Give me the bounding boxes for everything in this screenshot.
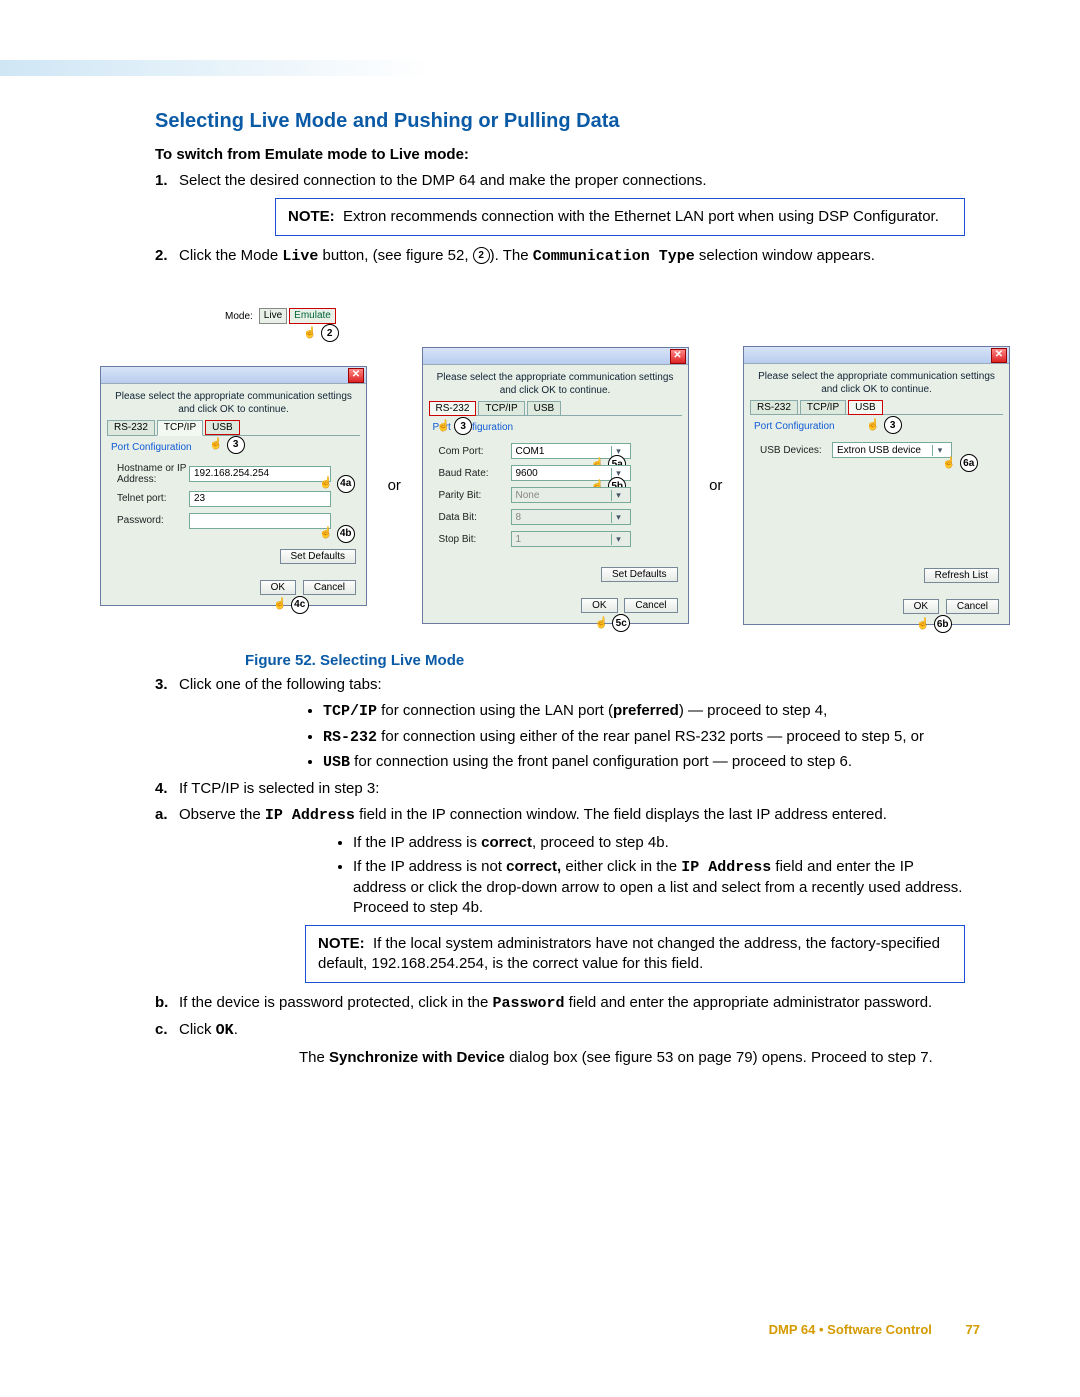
pointer-icon: ☝ [942,456,956,469]
step-1-text: Select the desired connection to the DMP… [179,172,707,189]
chevron-down-icon: ▾ [611,490,626,501]
stopbit-label: Stop Bit: [439,534,511,545]
callout-4b: 4b [337,525,355,543]
step-2: 2.Click the Mode Live button, (see figur… [155,246,965,267]
stopbit-select: 1▾ [511,531,631,547]
set-defaults-button[interactable]: Set Defaults [601,567,677,582]
callout-4c: 4c [291,596,309,614]
page-number: 77 [966,1322,980,1337]
callout-6b: 6b [934,615,952,633]
dialog-message: Please select the appropriate communicat… [744,364,1009,400]
tab-rs232[interactable]: RS-232 [429,401,477,416]
ok-button[interactable]: OK [903,599,939,614]
mode-label: Mode: [225,311,253,322]
pointer-icon: ☝ [319,476,333,489]
password-label: Password: [117,515,189,526]
step-4c: c.Click OK. [155,1020,965,1041]
mode-live-button[interactable]: Live [259,308,287,324]
pointer-icon: ☝ [209,437,223,450]
comport-label: Com Port: [439,446,511,457]
step-4a-bullets: If the IP address is correct, proceed to… [335,833,965,919]
tabs-row: RS-232 TCP/IP USB ☝ 3 [107,420,360,436]
tab-usb[interactable]: USB [527,401,562,415]
telnet-input[interactable] [189,491,331,507]
pointer-icon: ☝ [866,418,880,431]
tab-usb[interactable]: USB [205,420,240,435]
step-4-sync: The Synchronize with Device dialog box (… [299,1048,965,1068]
databit-select: 8▾ [511,509,631,525]
figure-caption: Figure 52. Selecting Live Mode [245,652,965,669]
step-3-bullets: TCP/IP for connection using the LAN port… [305,701,965,773]
callout-3: 3 [454,417,472,435]
cancel-button[interactable]: Cancel [946,599,999,614]
databit-label: Data Bit: [439,512,511,523]
step-1: 1.Select the desired connection to the D… [155,171,965,191]
page-header-gradient [0,60,1080,76]
pointer-icon: ☝ [595,616,609,629]
chevron-down-icon: ▾ [611,512,626,523]
dialog-message: Please select the appropriate communicat… [423,365,688,401]
ok-button[interactable]: OK [260,580,296,595]
callout-5c: 5c [612,614,630,632]
tab-tcpip[interactable]: TCP/IP [478,401,524,415]
dialog-message: Please select the appropriate communicat… [101,384,366,420]
cancel-button[interactable]: Cancel [624,598,677,613]
close-icon[interactable]: ✕ [670,349,686,364]
callout-6a: 6a [960,454,978,472]
close-icon[interactable]: ✕ [991,348,1007,363]
callout-3: 3 [227,436,245,454]
step-4a: a.Observe the IP Address field in the IP… [155,805,965,826]
usb-devices-select[interactable]: Extron USB device▾ [832,442,952,458]
dialog-rs232: ✕ Please select the appropriate communic… [422,347,689,624]
page-footer: DMP 64 • Software Control 77 [769,1322,980,1337]
pointer-icon: ☝ [273,597,287,610]
or-separator: or [703,477,728,494]
step-4b: b.If the device is password protected, c… [155,993,965,1014]
set-defaults-button[interactable]: Set Defaults [280,549,356,564]
chevron-down-icon: ▾ [611,534,626,545]
step-4: 4.If TCP/IP is selected in step 3: [155,779,965,799]
parity-label: Parity Bit: [439,490,511,501]
note-box-1: NOTE: Extron recommends connection with … [275,198,965,236]
pointer-icon: ☝ [916,617,930,630]
ok-button[interactable]: OK [581,598,617,613]
dialog-usb: ✕ Please select the appropriate communic… [743,346,1010,625]
dialog-tcpip: ✕ Please select the appropriate communic… [100,366,367,606]
note-1-text: Extron recommends connection with the Et… [343,208,939,225]
callout-3: 3 [884,416,902,434]
or-separator: or [382,477,407,494]
tab-usb[interactable]: USB [848,400,883,415]
cancel-button[interactable]: Cancel [303,580,356,595]
refresh-list-button[interactable]: Refresh List [924,568,999,583]
callout-2-inline: 2 [473,247,490,264]
note-2-text: If the local system administrators have … [318,935,940,972]
password-input[interactable] [189,513,331,529]
parity-select: None▾ [511,487,631,503]
hostname-input[interactable] [189,466,331,482]
footer-section: DMP 64 • Software Control [769,1322,932,1337]
mode-emulate-button[interactable]: Emulate [289,308,336,324]
pointer-icon: ☝ [319,526,333,539]
tab-rs232[interactable]: RS-232 [750,400,798,414]
subhead-switch-mode: To switch from Emulate mode to Live mode… [155,145,965,165]
tab-tcpip[interactable]: TCP/IP [800,400,846,414]
note-label: NOTE: [318,935,365,952]
pointer-icon: ☝ [437,419,451,432]
mode-toolbar-figure: Mode: Live Emulate ☝ 2 [225,308,338,324]
section-heading: Selecting Live Mode and Pushing or Pulli… [155,110,965,133]
telnet-label: Telnet port: [117,493,189,504]
tab-rs232[interactable]: RS-232 [107,420,155,435]
step-3: 3.Click one of the following tabs: [155,675,965,695]
usb-devices-label: USB Devices: [760,445,832,456]
tab-tcpip[interactable]: TCP/IP [157,420,203,436]
close-icon[interactable]: ✕ [348,368,364,383]
baud-label: Baud Rate: [439,468,511,479]
note-label: NOTE: [288,208,335,225]
hostname-label: Hostname or IP Address: [117,463,189,485]
note-box-2: NOTE: If the local system administrators… [305,925,965,984]
